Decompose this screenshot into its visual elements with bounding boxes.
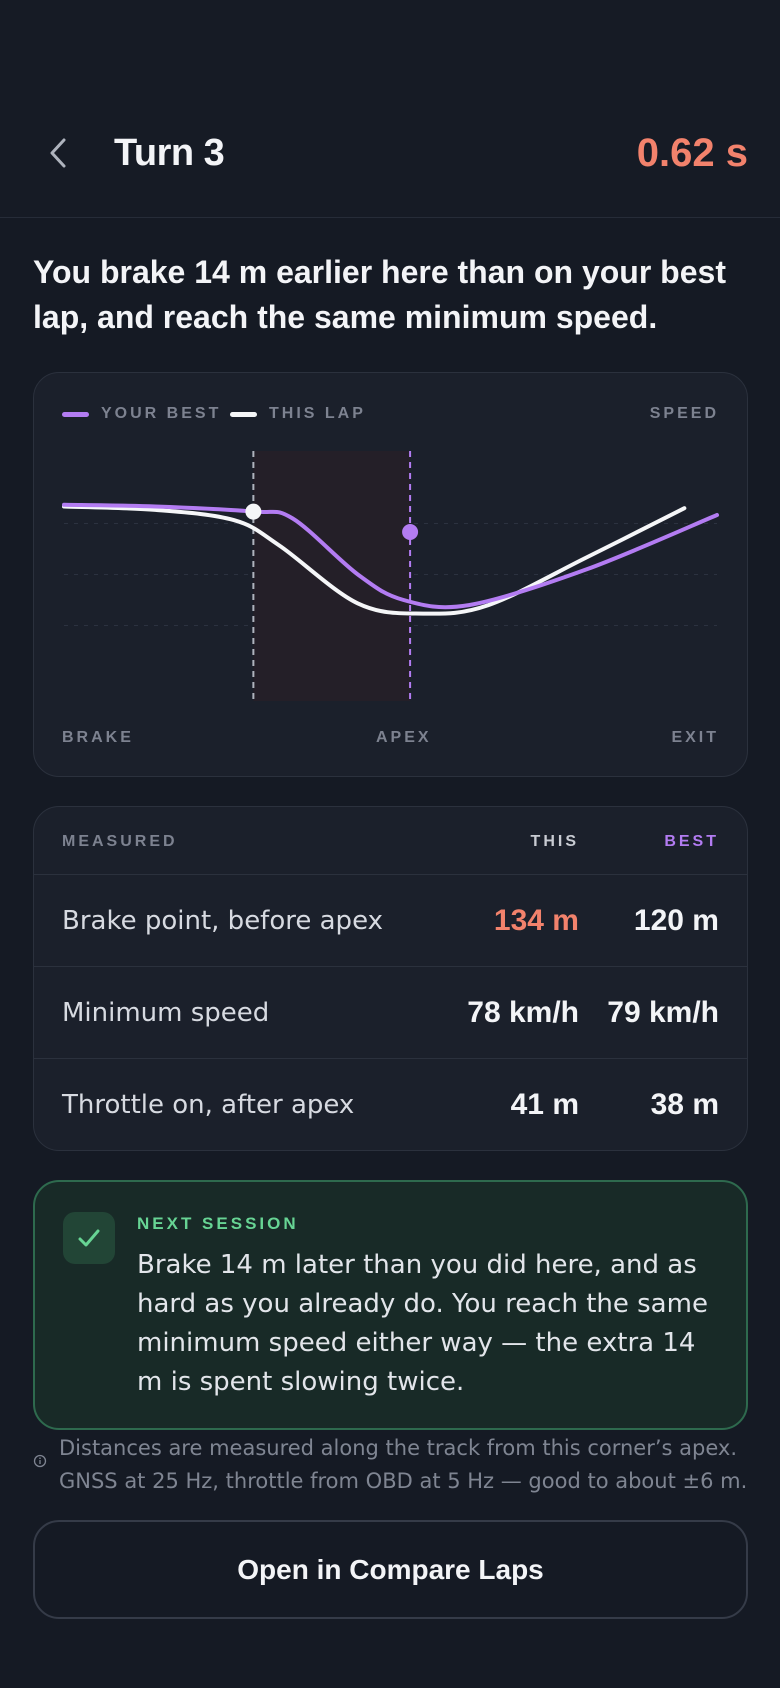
table-row: Brake point, before apex 134 m 120 m: [34, 875, 747, 967]
legend-label-best: YOUR BEST: [101, 405, 222, 422]
table-row: Minimum speed 78 km/h 79 km/h: [34, 967, 747, 1059]
top-bar: Turn 3 0.62 s: [0, 0, 780, 218]
chart-legend: YOUR BEST THIS LAP SPEED: [62, 405, 719, 429]
x-label-exit: EXIT: [671, 729, 719, 746]
legend-label-this: THIS LAP: [269, 405, 366, 422]
legend-item-this: THIS LAP: [230, 405, 366, 423]
row-best-value: 120 m: [633, 904, 719, 937]
legend-swatch-best: [62, 411, 89, 417]
header-best: BEST: [664, 833, 719, 850]
next-session-label: NEXT SESSION: [137, 1214, 299, 1233]
open-compare-laps-button[interactable]: Open in Compare Laps: [33, 1520, 748, 1619]
row-label: Throttle on, after apex: [62, 1090, 355, 1120]
row-label: Brake point, before apex: [62, 906, 383, 936]
y-axis-label: SPEED: [649, 405, 719, 422]
best-lap-brake-point: [402, 524, 419, 540]
measurements-table: MEASURED THIS BEST Brake point, before a…: [33, 806, 748, 1151]
this-lap-brake-point: [245, 503, 262, 520]
check-icon: [78, 1229, 100, 1247]
x-label-brake: BRAKE: [62, 729, 134, 746]
row-this-value: 78 km/h: [467, 996, 579, 1029]
note-text: Distances are measured along the track f…: [59, 1436, 748, 1493]
row-best-value: 79 km/h: [607, 996, 719, 1029]
header-this: THIS: [530, 833, 579, 850]
x-label-apex: APEX: [376, 729, 432, 746]
row-label: Minimum speed: [62, 998, 270, 1028]
table-row: Throttle on, after apex 41 m 38 m: [34, 1059, 747, 1150]
table-header: MEASURED THIS BEST: [34, 807, 747, 875]
page-title: Turn 3: [114, 132, 225, 174]
next-session-text: Brake 14 m later than you did here, and …: [137, 1250, 708, 1397]
header-measured: MEASURED: [62, 833, 178, 850]
speed-chart: [62, 451, 719, 701]
back-button[interactable]: [38, 128, 78, 178]
row-this-value: 134 m: [493, 904, 579, 937]
row-best-value: 38 m: [650, 1088, 719, 1121]
row-this-value: 41 m: [510, 1088, 579, 1121]
summary-text: You brake 14 m earlier here than on your…: [33, 254, 726, 335]
legend-swatch-this: [230, 411, 257, 417]
time-delta: 0.62 s: [636, 131, 748, 175]
next-session-card: NEXT SESSION Brake 14 m later than you d…: [33, 1180, 748, 1430]
check-badge: [63, 1212, 115, 1264]
legend-item-best: YOUR BEST: [62, 405, 221, 423]
info-icon: [33, 1454, 47, 1468]
chevron-left-icon: [50, 138, 66, 168]
speed-chart-card: YOUR BEST THIS LAP SPEED BRAKE APEX EXIT: [33, 372, 748, 777]
brake-zone-highlight: [253, 451, 411, 701]
